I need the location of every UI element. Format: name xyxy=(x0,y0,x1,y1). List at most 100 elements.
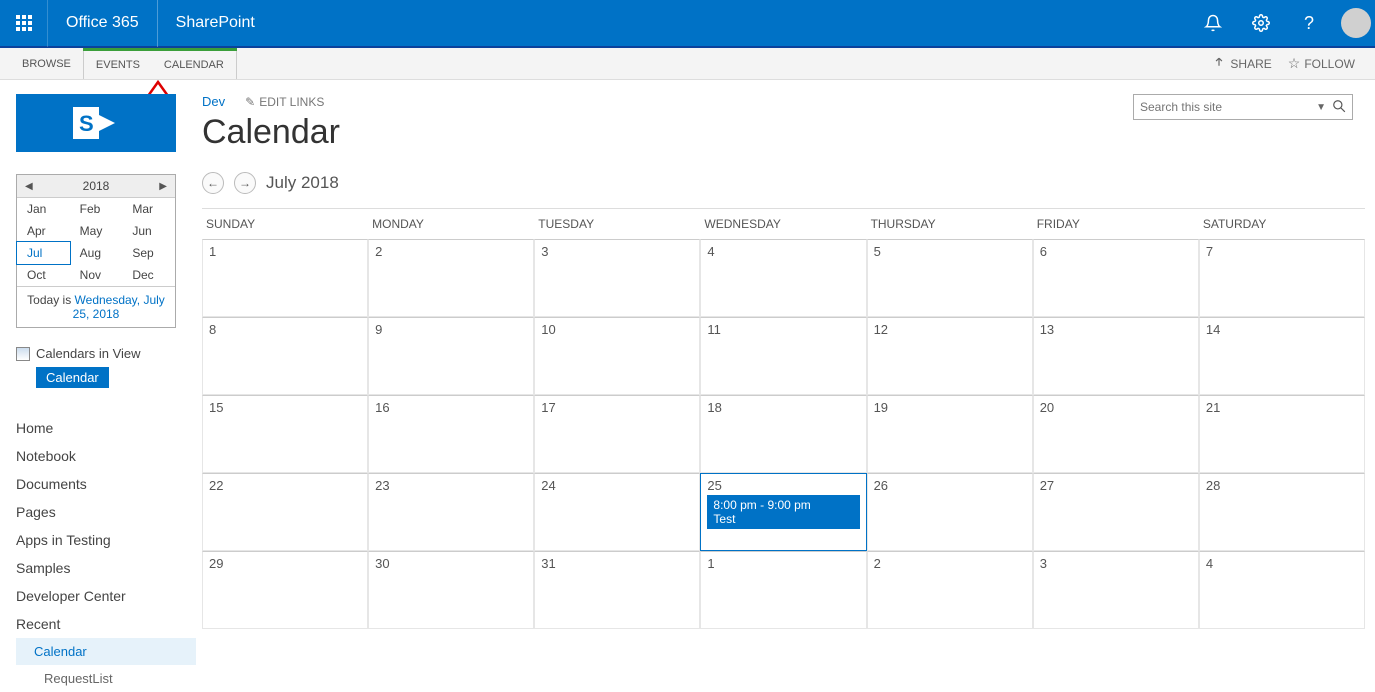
day-cell[interactable]: 17 xyxy=(534,395,700,473)
day-number: 13 xyxy=(1040,322,1192,337)
day-number: 4 xyxy=(1206,556,1358,571)
month-cell[interactable]: Aug xyxy=(70,242,123,264)
day-cell[interactable]: 9 xyxy=(368,317,534,395)
day-cell[interactable]: 2 xyxy=(867,551,1033,629)
app-launcher-icon[interactable] xyxy=(0,0,48,47)
day-cell[interactable]: 3 xyxy=(534,239,700,317)
day-cell[interactable]: 18 xyxy=(700,395,866,473)
day-header: SUNDAY xyxy=(202,209,368,239)
day-cell[interactable]: 13 xyxy=(1033,317,1199,395)
day-cell[interactable]: 24 xyxy=(534,473,700,551)
day-cell[interactable]: 22 xyxy=(202,473,368,551)
edit-links-button[interactable]: ✎ EDIT LINKS xyxy=(245,95,324,109)
day-number: 15 xyxy=(209,400,361,415)
prev-month-button[interactable]: ← xyxy=(202,172,224,194)
quick-launch-item[interactable]: Apps in Testing xyxy=(16,526,196,554)
day-number: 3 xyxy=(1040,556,1192,571)
quick-launch-subitem[interactable]: Calendar xyxy=(16,638,196,665)
search-box[interactable]: ▼ xyxy=(1133,94,1353,120)
calendar-overlay-chip[interactable]: Calendar xyxy=(36,367,109,388)
site-logo[interactable]: S xyxy=(16,94,176,152)
day-cell[interactable]: 16 xyxy=(368,395,534,473)
day-cell[interactable]: 31 xyxy=(534,551,700,629)
day-cell[interactable]: 8 xyxy=(202,317,368,395)
month-cell[interactable]: Mar xyxy=(122,198,175,220)
share-button[interactable]: SHARE xyxy=(1212,57,1271,71)
day-cell[interactable]: 14 xyxy=(1199,317,1365,395)
day-cell[interactable]: 5 xyxy=(867,239,1033,317)
help-icon[interactable]: ? xyxy=(1285,0,1333,47)
gear-icon[interactable] xyxy=(1237,0,1285,47)
quick-launch-item[interactable]: Notebook xyxy=(16,442,196,470)
ribbon-tab-events[interactable]: EVENTS xyxy=(83,51,152,79)
day-cell[interactable]: 10 xyxy=(534,317,700,395)
day-cell[interactable]: 2 xyxy=(368,239,534,317)
search-scope-dropdown-icon[interactable]: ▼ xyxy=(1316,102,1326,113)
month-cell[interactable]: Nov xyxy=(70,264,123,286)
month-cell[interactable]: Jul xyxy=(17,242,70,264)
day-cell[interactable]: 11 xyxy=(700,317,866,395)
day-cell[interactable]: 29 xyxy=(202,551,368,629)
quick-launch-item[interactable]: Samples xyxy=(16,554,196,582)
quick-launch-item[interactable]: Home xyxy=(16,414,196,442)
svg-text:S: S xyxy=(79,111,94,136)
search-input[interactable] xyxy=(1140,100,1316,114)
day-cell[interactable]: 1 xyxy=(202,239,368,317)
day-cell[interactable]: 28 xyxy=(1199,473,1365,551)
next-year-icon[interactable]: ▶ xyxy=(159,181,167,192)
month-cell[interactable]: Feb xyxy=(70,198,123,220)
search-go-icon[interactable] xyxy=(1332,99,1346,116)
quick-launch: HomeNotebookDocumentsPagesApps in Testin… xyxy=(16,414,196,692)
prev-year-icon[interactable]: ◀ xyxy=(25,181,33,192)
day-header: FRIDAY xyxy=(1033,209,1199,239)
next-month-button[interactable]: → xyxy=(234,172,256,194)
day-cell[interactable]: 30 xyxy=(368,551,534,629)
day-cell[interactable]: 20 xyxy=(1033,395,1199,473)
year-label: 2018 xyxy=(83,179,110,193)
mini-date-picker: ◀ 2018 ▶ JanFebMar AprMayJun JulAugSep OctN… xyxy=(16,174,176,328)
app-label[interactable]: SharePoint xyxy=(158,14,273,32)
day-cell[interactable]: 3 xyxy=(1033,551,1199,629)
brand-label[interactable]: Office 365 xyxy=(48,0,158,47)
day-number: 26 xyxy=(874,478,1026,493)
day-cell[interactable]: 4 xyxy=(1199,551,1365,629)
avatar[interactable] xyxy=(1341,8,1371,38)
quick-launch-item[interactable]: Developer Center xyxy=(16,582,196,610)
day-cell[interactable]: 258:00 pm - 9:00 pmTest xyxy=(700,473,866,551)
day-cell[interactable]: 6 xyxy=(1033,239,1199,317)
day-cell[interactable]: 26 xyxy=(867,473,1033,551)
day-number: 14 xyxy=(1206,322,1358,337)
day-cell[interactable]: 21 xyxy=(1199,395,1365,473)
day-number: 9 xyxy=(375,322,527,337)
day-cell[interactable]: 23 xyxy=(368,473,534,551)
month-cell[interactable]: Jun xyxy=(122,220,175,242)
day-cell[interactable]: 15 xyxy=(202,395,368,473)
month-cell[interactable]: May xyxy=(70,220,123,242)
notifications-icon[interactable] xyxy=(1189,0,1237,47)
day-cell[interactable]: 7 xyxy=(1199,239,1365,317)
calendar-event[interactable]: 8:00 pm - 9:00 pmTest xyxy=(707,495,859,529)
quick-launch-item[interactable]: Recent xyxy=(16,610,196,638)
day-cell[interactable]: 27 xyxy=(1033,473,1199,551)
day-cell[interactable]: 4 xyxy=(700,239,866,317)
month-cell[interactable]: Dec xyxy=(122,264,175,286)
quick-launch-item[interactable]: Pages xyxy=(16,498,196,526)
day-header: THURSDAY xyxy=(867,209,1033,239)
month-cell[interactable]: Sep xyxy=(122,242,175,264)
quick-launch-subitem[interactable]: RequestList xyxy=(16,665,196,692)
today-link[interactable]: Wednesday, July 25, 2018 xyxy=(73,293,165,321)
calendar-icon xyxy=(16,347,30,361)
ribbon-tab-calendar[interactable]: CALENDAR xyxy=(152,51,237,79)
month-cell[interactable]: Jan xyxy=(17,198,70,220)
ribbon-tab-browse[interactable]: BROWSE xyxy=(10,48,83,79)
follow-button[interactable]: ☆ FOLLOW xyxy=(1288,55,1355,72)
month-cell[interactable]: Oct xyxy=(17,264,70,286)
day-cell[interactable]: 1 xyxy=(700,551,866,629)
breadcrumb[interactable]: Dev xyxy=(202,94,225,109)
calendar-body: 1234567891011121314151617181920212223242… xyxy=(202,239,1365,629)
day-cell[interactable]: 19 xyxy=(867,395,1033,473)
day-cell[interactable]: 12 xyxy=(867,317,1033,395)
month-cell[interactable]: Apr xyxy=(17,220,70,242)
quick-launch-item[interactable]: Documents xyxy=(16,470,196,498)
day-number: 5 xyxy=(874,244,1026,259)
